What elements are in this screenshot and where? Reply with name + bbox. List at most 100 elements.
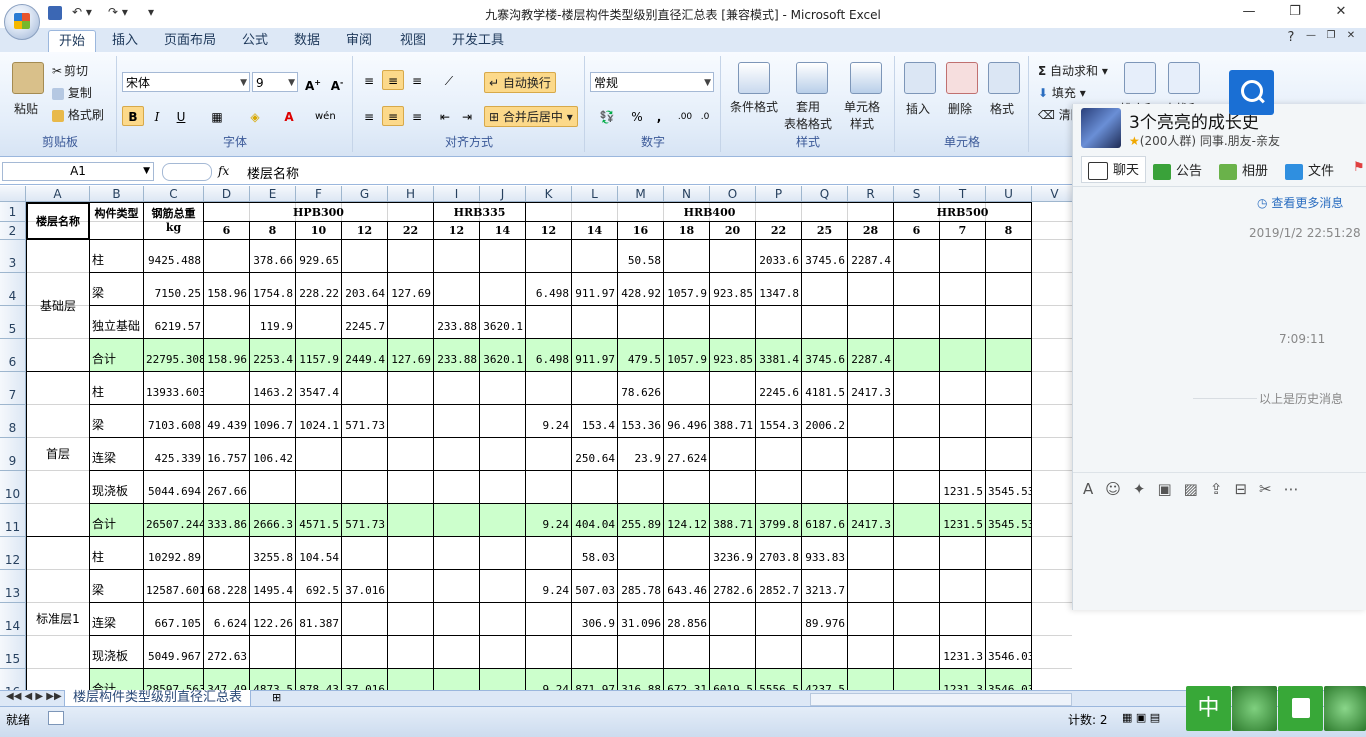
floor-name[interactable]: 标准层1 (26, 537, 90, 690)
office-button[interactable] (4, 4, 40, 40)
tab-insert[interactable]: 插入 (102, 30, 148, 52)
data-cell[interactable] (342, 537, 388, 570)
scissors-icon[interactable]: ✂ (1259, 480, 1284, 498)
chat-tab-chat[interactable]: 聊天 (1081, 156, 1147, 183)
data-cell[interactable] (296, 306, 342, 339)
worksheet-grid[interactable]: A B C D E F G H I J K L M N O P Q R S T U V 1 2 3 4 5 6 7 8 9 10 11 12 13 1… (0, 186, 1072, 690)
data-cell[interactable] (480, 537, 526, 570)
data-cell[interactable]: 78.626 (618, 372, 664, 405)
column-header-M[interactable]: M (618, 186, 664, 202)
data-cell[interactable] (710, 603, 756, 636)
data-cell[interactable] (986, 603, 1032, 636)
data-cell[interactable] (802, 306, 848, 339)
data-cell[interactable] (894, 339, 940, 372)
data-cell[interactable] (296, 471, 342, 504)
sort-filter-icon[interactable] (1124, 62, 1156, 94)
data-cell[interactable]: 1463.2 (250, 372, 296, 405)
component-type-cell[interactable]: 连梁 (90, 438, 144, 471)
data-cell[interactable] (388, 603, 434, 636)
data-cell[interactable] (434, 471, 480, 504)
column-header-R[interactable]: R (848, 186, 894, 202)
data-cell[interactable]: 1231.5 (940, 471, 986, 504)
data-cell[interactable]: 2245.6 (756, 372, 802, 405)
header-diameter[interactable]: 25 (802, 222, 848, 240)
row-header-6[interactable]: 6 (0, 339, 26, 372)
data-cell[interactable]: 27.624 (664, 438, 710, 471)
insert-cells-icon[interactable] (904, 62, 936, 94)
row-header-9[interactable]: 9 (0, 438, 26, 471)
data-cell[interactable] (480, 240, 526, 273)
align-right-icon[interactable]: ≡ (406, 106, 428, 126)
data-cell[interactable]: 2417.3 (848, 504, 894, 537)
data-cell[interactable]: 124.12 (664, 504, 710, 537)
data-cell[interactable]: 667.105 (144, 603, 204, 636)
data-cell[interactable] (710, 306, 756, 339)
floor-name[interactable]: 首层 (26, 372, 90, 537)
data-cell[interactable]: 1754.8 (250, 273, 296, 306)
data-cell[interactable]: 50.58 (618, 240, 664, 273)
data-cell[interactable] (204, 306, 250, 339)
data-cell[interactable] (848, 273, 894, 306)
row-header-7[interactable]: 7 (0, 372, 26, 405)
autosum-button[interactable]: Σ 自动求和 ▾ (1038, 62, 1108, 79)
data-cell[interactable] (342, 471, 388, 504)
data-cell[interactable]: 3620.1 (480, 339, 526, 372)
component-type-cell[interactable]: 合计 (90, 339, 144, 372)
data-cell[interactable] (986, 273, 1032, 306)
data-cell[interactable] (756, 306, 802, 339)
data-cell[interactable]: 6019.5 (710, 669, 756, 690)
header-diameter[interactable]: 6 (204, 222, 250, 240)
chat-toolbar[interactable]: A☺✦▣▨⇪⊟✂⋯ (1083, 480, 1311, 498)
data-cell[interactable] (296, 438, 342, 471)
data-cell[interactable] (434, 273, 480, 306)
data-cell[interactable] (710, 471, 756, 504)
data-cell[interactable]: 158.96 (204, 273, 250, 306)
row-header-16[interactable]: 16 (0, 669, 26, 690)
data-cell[interactable] (848, 438, 894, 471)
column-header-D[interactable]: D (204, 186, 250, 202)
component-type-cell[interactable]: 梁 (90, 405, 144, 438)
data-cell[interactable] (894, 636, 940, 669)
data-cell[interactable]: 2417.3 (848, 372, 894, 405)
group-avatar[interactable] (1081, 108, 1121, 148)
data-cell[interactable]: 316.88 (618, 669, 664, 690)
data-cell[interactable] (434, 603, 480, 636)
currency-icon[interactable]: 💱 (592, 106, 622, 126)
data-cell[interactable] (480, 372, 526, 405)
data-cell[interactable]: 2253.4 (250, 339, 296, 372)
data-cell[interactable]: 388.71 (710, 504, 756, 537)
data-cell[interactable] (940, 339, 986, 372)
italic-button[interactable]: I (146, 106, 168, 126)
format-cells-icon[interactable] (988, 62, 1020, 94)
data-cell[interactable]: 1554.3 (756, 405, 802, 438)
data-cell[interactable]: 404.04 (572, 504, 618, 537)
column-header-O[interactable]: O (710, 186, 756, 202)
data-cell[interactable] (250, 471, 296, 504)
data-cell[interactable] (986, 570, 1032, 603)
data-cell[interactable]: 4571.5 (296, 504, 342, 537)
header-diameter[interactable]: 14 (572, 222, 618, 240)
data-cell[interactable] (940, 438, 986, 471)
leaf-icon[interactable] (1232, 686, 1277, 731)
data-cell[interactable] (664, 537, 710, 570)
data-cell[interactable] (434, 438, 480, 471)
phonetic-icon[interactable]: wén (314, 106, 336, 126)
emoji-icon[interactable]: ☺ (1105, 480, 1133, 498)
data-cell[interactable]: 2703.8 (756, 537, 802, 570)
data-cell[interactable]: 2449.4 (342, 339, 388, 372)
data-cell[interactable] (986, 339, 1032, 372)
data-cell[interactable] (756, 636, 802, 669)
column-header-Q[interactable]: Q (802, 186, 848, 202)
data-cell[interactable]: 272.63 (204, 636, 250, 669)
data-cell[interactable] (986, 240, 1032, 273)
header-diameter[interactable]: 8 (986, 222, 1032, 240)
column-header-C[interactable]: C (144, 186, 204, 202)
data-cell[interactable] (388, 504, 434, 537)
flag-icon[interactable]: ⚑ (1353, 160, 1365, 175)
data-cell[interactable]: 1024.1 (296, 405, 342, 438)
data-cell[interactable] (204, 372, 250, 405)
data-cell[interactable] (802, 273, 848, 306)
tab-view[interactable]: 视图 (390, 30, 436, 52)
component-type-cell[interactable]: 现浇板 (90, 636, 144, 669)
view-more-link[interactable]: ◷ 查看更多消息 (1257, 194, 1343, 211)
